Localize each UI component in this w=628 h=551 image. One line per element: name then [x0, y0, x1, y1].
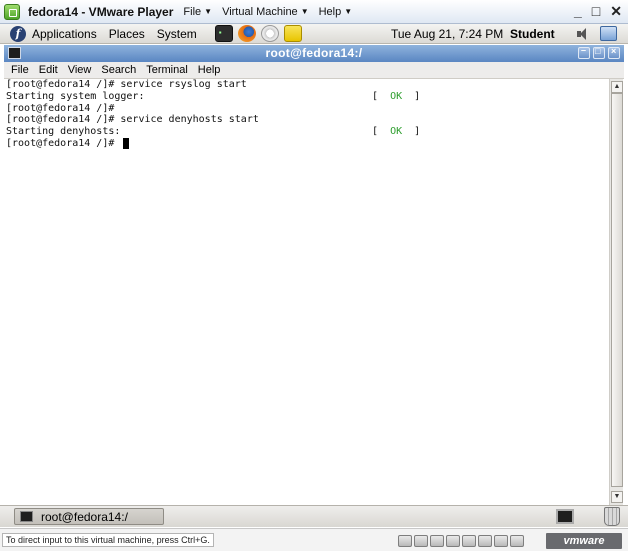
taskbar-window-label: root@fedora14:/ [41, 509, 128, 524]
sound-card-icon[interactable] [494, 535, 508, 547]
volume-icon[interactable] [576, 27, 590, 41]
close-button[interactable]: ✕ [610, 3, 622, 20]
terminal-menu-view[interactable]: View [68, 64, 92, 76]
terminal-menu-edit[interactable]: Edit [39, 64, 58, 76]
chevron-down-icon: ▼ [300, 7, 309, 16]
status-message: To direct input to this virtual machine,… [2, 533, 214, 547]
terminal-icon [20, 511, 33, 522]
gnome-top-panel: f Applications Places System Tue Aug 21,… [0, 24, 628, 44]
vmware-menu-file[interactable]: File ▼ [183, 6, 212, 18]
terminal-maximize-button[interactable] [593, 46, 605, 59]
ok-bracket-open: [ [372, 91, 391, 102]
vmware-menu-help-label: Help [318, 5, 342, 18]
scroll-up-arrow-icon[interactable]: ▲ [611, 81, 623, 93]
vmware-title-bar[interactable]: fedora14 - VMware Player File ▼ Virtual M… [0, 0, 628, 24]
taskbar-window-button[interactable]: root@fedora14:/ [14, 508, 164, 525]
mail-launcher-icon[interactable] [260, 25, 279, 42]
panel-menu-system[interactable]: System [157, 27, 197, 41]
trash-icon[interactable] [604, 507, 620, 526]
ok-bracket-open: [ [372, 126, 391, 137]
chevron-down-icon: ▼ [204, 7, 213, 16]
gnome-bottom-panel: root@fedora14:/ [0, 505, 628, 527]
scrollbar-thumb[interactable] [611, 93, 623, 487]
panel-menu-applications[interactable]: Applications [32, 27, 97, 41]
notes-launcher-icon[interactable] [283, 25, 302, 42]
ok-bracket-close: ] [402, 126, 421, 137]
chevron-down-icon: ▼ [344, 7, 353, 16]
scroll-down-arrow-icon[interactable]: ▼ [611, 491, 623, 503]
panel-clock[interactable]: Tue Aug 21, 7:24 PM [391, 27, 503, 41]
terminal-cursor [123, 138, 129, 149]
firefox-launcher-icon[interactable] [237, 25, 256, 42]
ok-text: OK [390, 126, 403, 137]
printer-icon[interactable] [462, 535, 476, 547]
panel-user-name[interactable]: Student [510, 27, 555, 41]
terminal-screen[interactable]: [root@fedora14 /]# service rsyslog start… [4, 79, 609, 505]
terminal-title-bar[interactable]: root@fedora14:/ [4, 45, 624, 62]
vmware-window-title: fedora14 - VMware Player [28, 4, 174, 19]
terminal-line: Starting system logger: [6, 91, 145, 102]
network-icon[interactable] [600, 26, 617, 41]
vmware-status-bar: To direct input to this virtual machine,… [0, 528, 628, 551]
terminal-line: [root@fedora14 /]# service rsyslog start [6, 79, 247, 90]
terminal-prompt-line: [root@fedora14 /]# [6, 138, 121, 149]
panel-menu-places[interactable]: Places [109, 27, 145, 41]
usb-icon[interactable] [478, 535, 492, 547]
network-adapter-icon[interactable] [446, 535, 460, 547]
terminal-launcher-icon[interactable] [214, 25, 233, 42]
terminal-close-button[interactable] [608, 46, 620, 59]
vmware-window-controls: _ □ ✕ [574, 3, 622, 20]
terminal-scrollbar[interactable]: ▲ ▼ [609, 79, 623, 505]
terminal-menu-search[interactable]: Search [101, 64, 136, 76]
terminal-window-title: root@fedora14:/ [265, 46, 363, 60]
cd-drive-icon[interactable] [414, 535, 428, 547]
vmware-logo: vmware [546, 533, 622, 549]
vmware-menu-help[interactable]: Help ▼ [319, 6, 353, 18]
fedora-icon[interactable]: f [10, 25, 26, 42]
terminal-menu-bar: File Edit View Search Terminal Help [4, 62, 624, 79]
workspace-switcher-icon[interactable] [556, 509, 574, 524]
terminal-menu-terminal[interactable]: Terminal [146, 64, 188, 76]
ok-bracket-close: ] [402, 91, 421, 102]
ok-status: [ OK ] [372, 91, 420, 103]
ok-status: [ OK ] [372, 126, 420, 138]
terminal-line: [root@fedora14 /]# service denyhosts sta… [6, 114, 259, 125]
ok-text: OK [390, 91, 403, 102]
terminal-menu-file[interactable]: File [11, 64, 29, 76]
terminal-minimize-button[interactable] [578, 45, 590, 59]
floppy-icon[interactable] [430, 535, 444, 547]
vmware-menu-file-label: File [183, 5, 202, 18]
vmware-player-icon [4, 3, 20, 20]
minimize-button[interactable]: _ [574, 3, 582, 20]
hard-disk-icon[interactable] [398, 535, 412, 547]
vmware-menu-virtual-machine[interactable]: Virtual Machine ▼ [222, 6, 309, 18]
maximize-button[interactable]: □ [592, 3, 600, 20]
device-tray [398, 533, 533, 549]
vmware-menu-vm-label: Virtual Machine [222, 5, 298, 18]
removable-device-icon[interactable] [510, 535, 524, 547]
terminal-menu-help[interactable]: Help [198, 64, 221, 76]
terminal-line: Starting denyhosts: [6, 126, 121, 137]
